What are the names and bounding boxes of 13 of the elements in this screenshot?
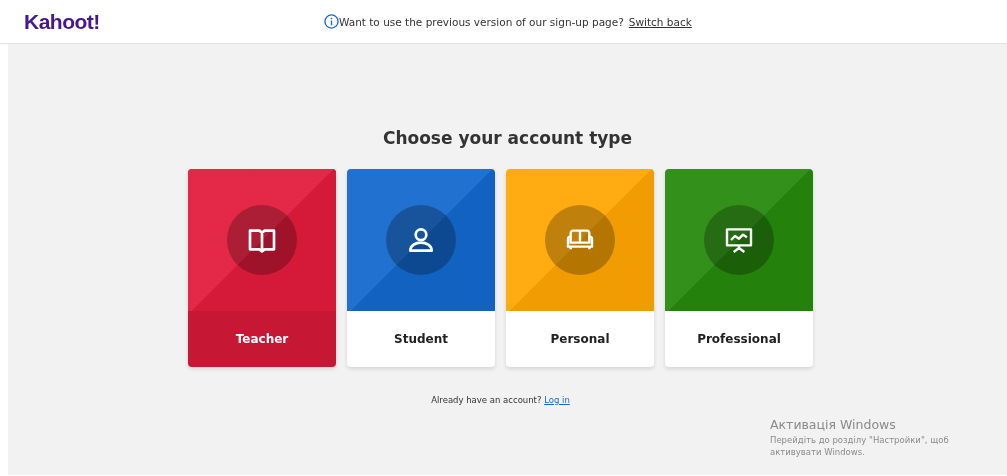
- page-title: Choose your account type: [381, 127, 634, 148]
- switch-back-link[interactable]: Switch back: [628, 15, 692, 28]
- notice-text: Want to use the previous version of our sign-up page?: [339, 15, 624, 28]
- login-link[interactable]: Log in: [544, 395, 570, 405]
- activation-title: Активація Windows: [770, 417, 897, 432]
- account-type-card[interactable]: Teacher: [188, 169, 336, 367]
- account-type-card[interactable]: Personal: [506, 169, 654, 367]
- activation-message: Перейдіть до розділу "Настройки", щоб активувати Windows.: [770, 434, 950, 459]
- info-icon: [324, 14, 339, 29]
- account-type-card[interactable]: Student: [347, 169, 495, 367]
- kahoot-logo[interactable]: Kahoot!: [24, 9, 324, 34]
- login-prompt: Already have an account?: [431, 395, 542, 405]
- account-type-card[interactable]: Professional: [665, 169, 813, 367]
